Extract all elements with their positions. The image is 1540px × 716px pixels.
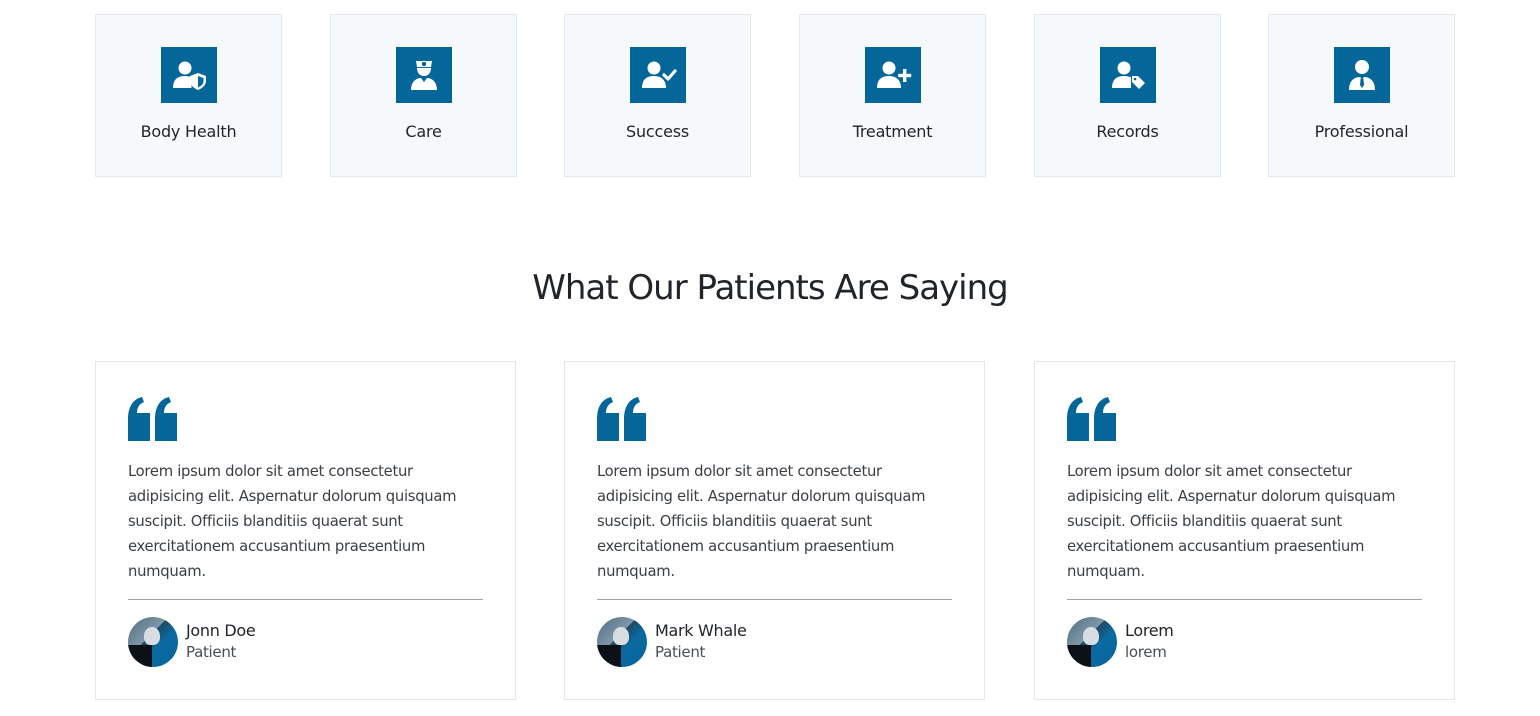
avatar (1067, 617, 1117, 667)
features-row: Body Health Care Success Treatment Recor… (95, 14, 1455, 177)
testimonial-name: Lorem (1125, 621, 1174, 640)
feature-icon-box (1333, 47, 1390, 103)
feature-success[interactable]: Success (564, 14, 751, 177)
quote-icon (597, 397, 646, 441)
feature-label: Body Health (140, 122, 237, 141)
divider (128, 599, 483, 600)
feature-label: Treatment (852, 122, 933, 141)
divider (1067, 599, 1422, 600)
user-check-icon (641, 61, 677, 88)
user-tie-icon (1348, 60, 1375, 90)
feature-care[interactable]: Care (330, 14, 517, 177)
section-title: What Our Patients Are Saying (532, 268, 1008, 308)
feature-treatment[interactable]: Treatment (799, 14, 986, 177)
feature-label: Success (625, 122, 689, 141)
testimonial-role: Patient (186, 643, 237, 661)
divider (597, 599, 952, 600)
feature-records[interactable]: Records (1034, 14, 1221, 177)
feature-label: Records (1096, 122, 1159, 141)
feature-body-health[interactable]: Body Health (95, 14, 282, 177)
feature-icon-box (864, 47, 921, 103)
quote-icon (128, 397, 177, 441)
user-nurse-icon (410, 61, 437, 90)
testimonial-name: Mark Whale (655, 621, 747, 640)
quote-icon (1067, 397, 1116, 441)
feature-icon-box (395, 47, 452, 103)
testimonial-role: Patient (655, 643, 706, 661)
testimonial-card: Lorem ipsum dolor sit amet consectetur a… (564, 361, 985, 700)
user-tag-icon (1111, 61, 1145, 89)
testimonial-text: Lorem ipsum dolor sit amet consectetur a… (597, 463, 926, 580)
user-plus-icon (876, 61, 911, 88)
feature-label: Care (405, 122, 442, 141)
testimonial-text: Lorem ipsum dolor sit amet consectetur a… (1067, 463, 1396, 580)
avatar (128, 617, 178, 667)
testimonial-role: lorem (1125, 643, 1167, 661)
avatar (597, 617, 647, 667)
feature-icon-box (629, 47, 686, 103)
testimonial-name: Jonn Doe (186, 621, 256, 640)
feature-icon-box (160, 47, 217, 103)
feature-label: Professional (1314, 122, 1409, 141)
testimonial-card: Lorem ipsum dolor sit amet consectetur a… (1034, 361, 1455, 700)
testimonial-card: Lorem ipsum dolor sit amet consectetur a… (95, 361, 516, 700)
testimonial-text: Lorem ipsum dolor sit amet consectetur a… (128, 463, 457, 580)
feature-icon-box (1099, 47, 1156, 103)
user-shield-icon (172, 61, 206, 90)
feature-professional[interactable]: Professional (1268, 14, 1455, 177)
